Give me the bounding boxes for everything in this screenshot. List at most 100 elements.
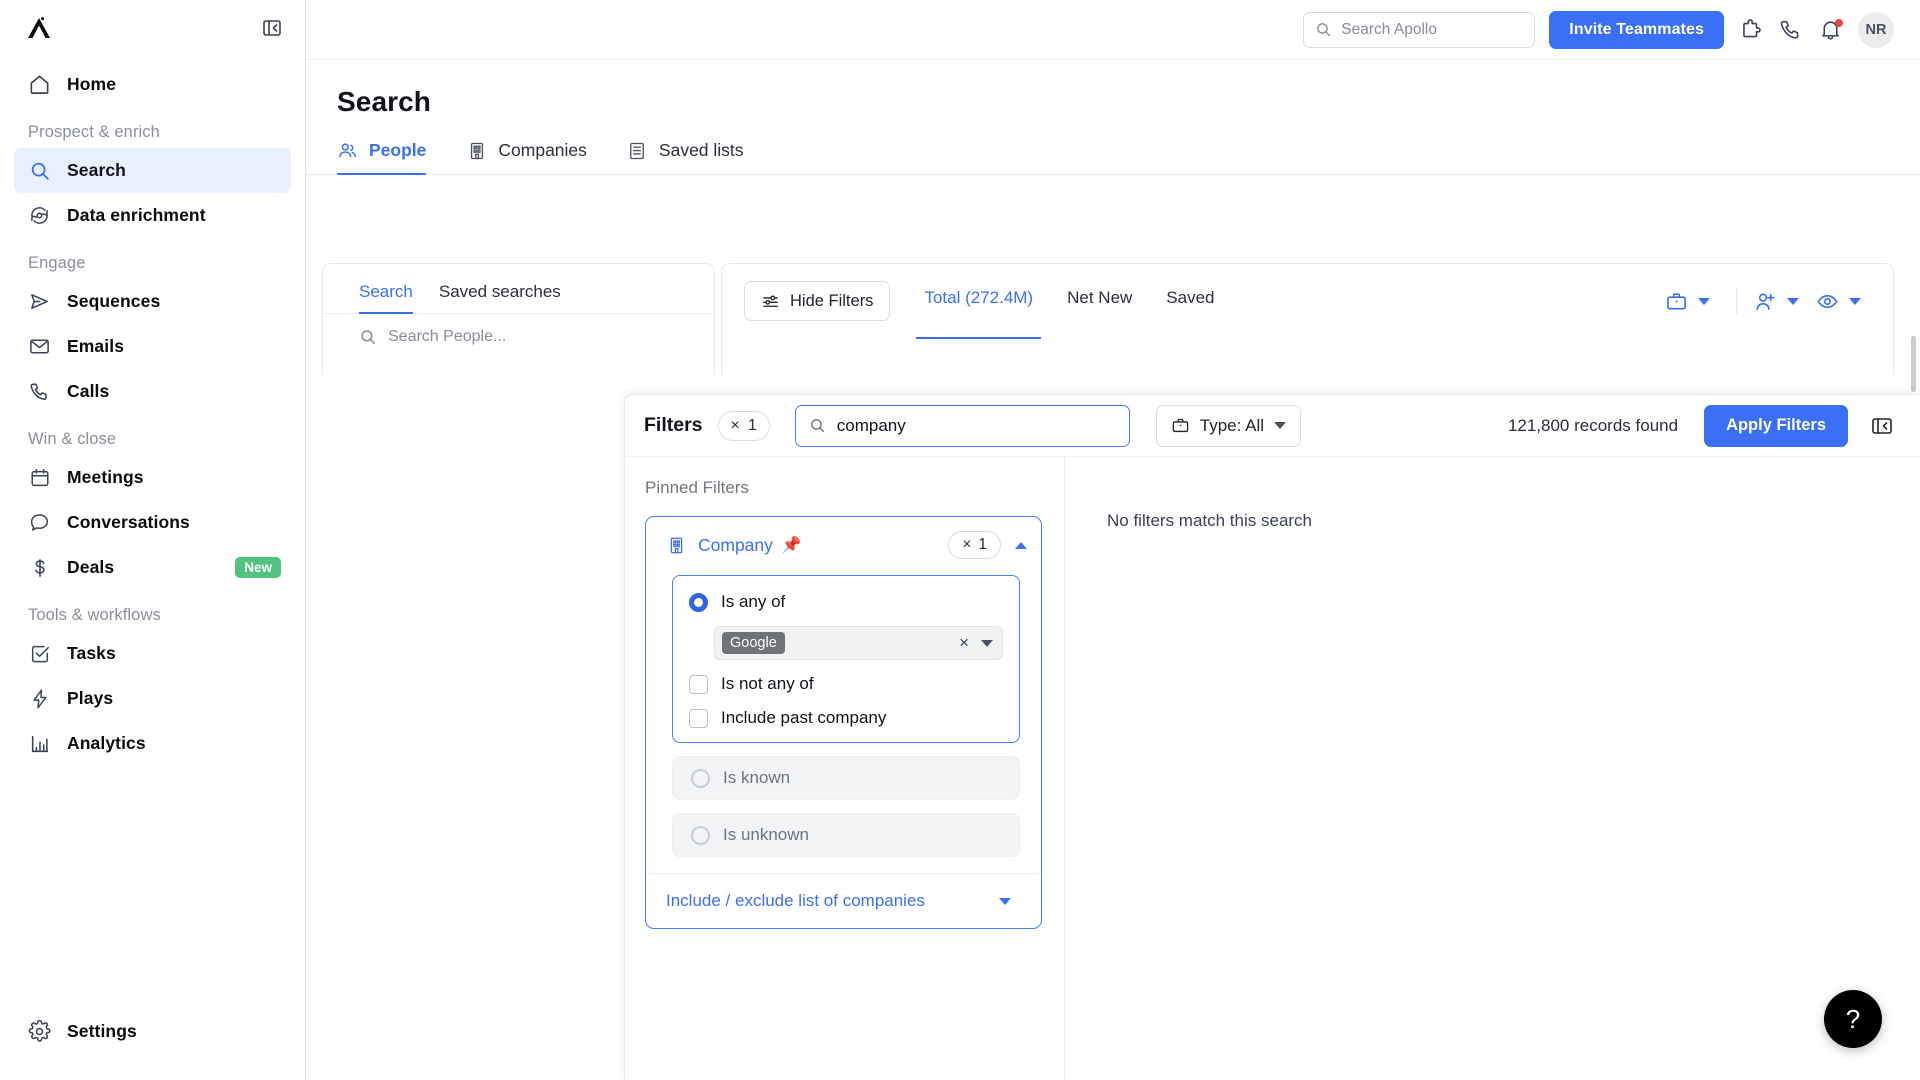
- help-button[interactable]: ?: [1824, 990, 1882, 1048]
- company-filter-header[interactable]: Company 📌 × 1: [646, 517, 1041, 571]
- chevron-down-icon[interactable]: [981, 639, 993, 647]
- puzzle-icon[interactable]: [1738, 17, 1764, 43]
- briefcase-icon[interactable]: [1664, 289, 1688, 313]
- page-tabs: People Companies Saved lists: [306, 118, 1920, 175]
- chevron-down-icon[interactable]: [1787, 297, 1799, 305]
- sidebar-item-label: Meetings: [67, 467, 144, 487]
- avatar[interactable]: NR: [1858, 11, 1894, 48]
- calendar-icon: [28, 466, 51, 489]
- radio-is-known[interactable]: Is known: [672, 756, 1020, 800]
- sidebar-item-conversations[interactable]: Conversations: [14, 500, 291, 545]
- company-filter-count: 1: [978, 536, 987, 553]
- search-sub-tabs: Search Saved searches: [323, 264, 714, 314]
- top-bar: Search Apollo Invite Teammates NR: [306, 0, 1920, 60]
- bar-chart-icon: [28, 732, 51, 755]
- radio-is-unknown[interactable]: Is unknown: [672, 813, 1020, 857]
- clear-filters-chip[interactable]: × 1: [717, 410, 770, 441]
- search-apollo-input[interactable]: Search Apollo: [1303, 11, 1536, 48]
- filter-type-dropdown[interactable]: Type: All: [1155, 404, 1302, 447]
- bell-icon[interactable]: [1818, 17, 1844, 43]
- tab-saved-lists[interactable]: Saved lists: [627, 140, 744, 174]
- filter-results-column: No filters match this search: [1065, 457, 1920, 1080]
- sidebar-item-sequences[interactable]: Sequences: [14, 279, 291, 324]
- sidebar-item-label: Sequences: [67, 291, 161, 311]
- checkbox-include-past-company[interactable]: Include past company: [689, 708, 1003, 728]
- sidebar-item-label: Emails: [67, 336, 125, 356]
- sidebar-item-analytics[interactable]: Analytics: [14, 721, 291, 766]
- pin-icon[interactable]: 📌: [782, 535, 802, 555]
- sidebar-item-plays[interactable]: Plays: [14, 676, 291, 721]
- checkbox-is-not-any-of[interactable]: Is not any of: [689, 674, 1003, 694]
- sub-tab-saved-searches[interactable]: Saved searches: [439, 282, 561, 313]
- sidebar-item-search[interactable]: Search: [14, 148, 291, 193]
- checkbox-icon: [689, 674, 708, 694]
- results-tab-saved[interactable]: Saved: [1166, 288, 1214, 321]
- close-icon[interactable]: ×: [959, 633, 969, 653]
- company-filter-clear-chip[interactable]: × 1: [948, 531, 1001, 559]
- sidebar-item-meetings[interactable]: Meetings: [14, 455, 291, 500]
- eye-icon[interactable]: [1815, 289, 1839, 313]
- phone-icon: [28, 380, 51, 403]
- pinned-filters-column: Pinned Filters Company 📌 × 1 Is any of G…: [625, 457, 1065, 1080]
- sidebar-item-home[interactable]: Home: [14, 62, 291, 107]
- company-token-input[interactable]: Google ×: [714, 626, 1003, 660]
- include-exclude-label: Include / exclude list of companies: [666, 891, 925, 910]
- chevron-up-icon[interactable]: [1015, 541, 1027, 549]
- close-icon: ×: [962, 536, 972, 553]
- checkbox-icon: [689, 708, 708, 728]
- sidebar-item-emails[interactable]: Emails: [14, 324, 291, 369]
- apollo-logo[interactable]: [24, 13, 54, 43]
- company-filter-name: Company: [698, 534, 773, 555]
- sidebar-item-data-enrichment[interactable]: Data enrichment: [14, 193, 291, 238]
- sidebar-item-label: Data enrichment: [67, 205, 206, 225]
- radio-is-any-of[interactable]: Is any of: [689, 592, 1003, 612]
- radio-icon: [691, 768, 710, 788]
- hide-filters-button[interactable]: Hide Filters: [744, 281, 891, 321]
- tab-companies[interactable]: Companies: [466, 140, 587, 174]
- filter-search-input[interactable]: company: [794, 404, 1130, 447]
- sidebar-item-settings[interactable]: Settings: [14, 1009, 291, 1054]
- sidebar-item-calls[interactable]: Calls: [14, 369, 291, 414]
- scrollbar-thumb[interactable]: [1911, 336, 1916, 392]
- checkbox-label: Include past company: [721, 708, 887, 727]
- sidebar-header: [0, 0, 305, 56]
- sidebar-item-tasks[interactable]: Tasks: [14, 631, 291, 676]
- send-icon: [28, 290, 51, 313]
- tab-people[interactable]: People: [337, 140, 427, 175]
- mail-icon: [28, 335, 51, 358]
- search-icon: [809, 417, 826, 434]
- results-tab-total[interactable]: Total (272.4M): [916, 288, 1041, 339]
- search-people-placeholder: Search People...: [388, 328, 507, 345]
- close-icon: ×: [730, 416, 740, 434]
- results-tab-net-new[interactable]: Net New: [1067, 288, 1132, 321]
- add-person-icon[interactable]: [1753, 289, 1777, 313]
- search-icon: [28, 159, 51, 182]
- search-sub-panel: Search Saved searches Search People...: [322, 263, 715, 375]
- invite-teammates-button[interactable]: Invite Teammates: [1549, 10, 1724, 49]
- sidebar-nav: Home Prospect & enrich Search Data enric…: [0, 56, 305, 1009]
- apply-filters-button[interactable]: Apply Filters: [1704, 404, 1848, 447]
- collapse-sidebar-icon[interactable]: [261, 17, 283, 39]
- sidebar-item-deals[interactable]: Deals New: [14, 545, 291, 590]
- gear-icon: [28, 1020, 51, 1043]
- tab-label: People: [369, 140, 427, 160]
- sidebar-item-label: Calls: [67, 381, 110, 401]
- sidebar-item-label: Conversations: [67, 512, 190, 532]
- sidebar-item-label: Plays: [67, 688, 114, 708]
- tab-label: Companies: [498, 140, 587, 160]
- chevron-down-icon[interactable]: [1698, 297, 1710, 305]
- include-exclude-list-toggle[interactable]: Include / exclude list of companies: [646, 873, 1041, 928]
- sidebar-section-title: Engage: [28, 254, 86, 272]
- sidebar-item-label: Analytics: [67, 733, 146, 753]
- chevron-down-icon[interactable]: [1849, 297, 1861, 305]
- collapse-filters-icon[interactable]: [1870, 414, 1894, 438]
- phone-icon[interactable]: [1778, 17, 1804, 43]
- radio-label: Is known: [723, 768, 791, 787]
- sub-tab-search[interactable]: Search: [359, 282, 413, 314]
- home-icon: [28, 73, 51, 96]
- notification-dot: [1835, 18, 1843, 27]
- search-people-input[interactable]: Search People...: [323, 314, 714, 346]
- deals-new-badge: New: [235, 557, 281, 578]
- chevron-down-icon: [999, 897, 1011, 905]
- filter-sliders-icon: [761, 292, 780, 311]
